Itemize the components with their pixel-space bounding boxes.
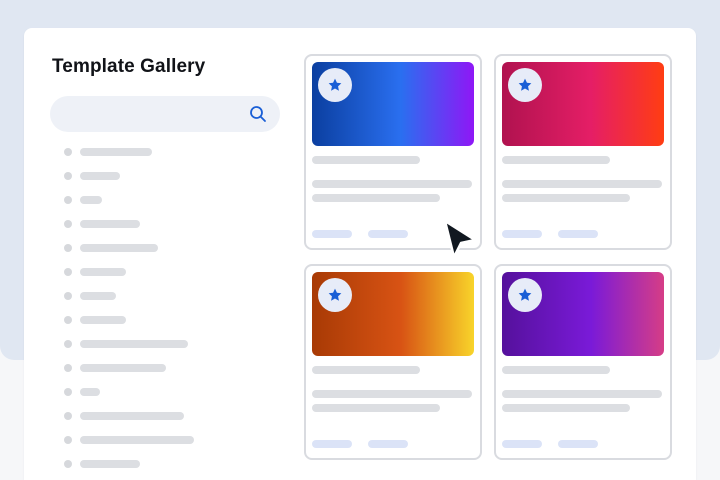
list-item[interactable] [62, 360, 282, 384]
template-card-pink[interactable] [494, 54, 672, 250]
list-item-placeholder [80, 148, 152, 156]
list-item[interactable] [62, 408, 282, 432]
card-text-placeholder [502, 404, 630, 412]
arrow-cursor-icon [443, 219, 477, 259]
list-bullet [64, 292, 72, 300]
card-text-placeholder [312, 390, 472, 398]
list-bullet [64, 340, 72, 348]
list-bullet [64, 436, 72, 444]
list-item[interactable] [62, 312, 282, 336]
list-item[interactable] [62, 264, 282, 288]
list-item-placeholder [80, 340, 188, 348]
card-text-placeholder [502, 180, 662, 188]
card-tag [368, 230, 408, 238]
star-icon [328, 288, 342, 301]
template-card-purple[interactable] [494, 264, 672, 460]
list-bullet [64, 244, 72, 252]
list-item[interactable] [62, 144, 282, 168]
card-banner [502, 272, 664, 356]
card-text-placeholder [312, 194, 440, 202]
list-item-placeholder [80, 388, 100, 396]
card-banner [312, 62, 474, 146]
list-item-placeholder [80, 172, 120, 180]
list-bullet [64, 412, 72, 420]
search-icon[interactable] [248, 104, 268, 124]
list-item[interactable] [62, 288, 282, 312]
list-item[interactable] [62, 168, 282, 192]
list-bullet [64, 364, 72, 372]
list-item[interactable] [62, 384, 282, 408]
card-tag [502, 440, 542, 448]
star-icon [328, 78, 342, 91]
list-bullet [64, 220, 72, 228]
favorite-button[interactable] [508, 68, 542, 102]
star-icon [518, 288, 532, 301]
card-title-placeholder [502, 156, 610, 164]
card-tag [558, 230, 598, 238]
list-item[interactable] [62, 336, 282, 360]
list-bullet [64, 268, 72, 276]
list-bullet [64, 316, 72, 324]
card-text-placeholder [502, 194, 630, 202]
card-title-placeholder [502, 366, 610, 374]
page-title: Template Gallery [52, 56, 206, 77]
template-card-orange[interactable] [304, 264, 482, 460]
favorite-button[interactable] [318, 68, 352, 102]
favorite-button[interactable] [318, 278, 352, 312]
card-text-placeholder [312, 404, 440, 412]
list-bullet [64, 172, 72, 180]
card-tag [502, 230, 542, 238]
list-item[interactable] [62, 240, 282, 264]
list-bullet [64, 196, 72, 204]
card-tag [312, 440, 352, 448]
card-banner [312, 272, 474, 356]
card-tag [558, 440, 598, 448]
list-item-placeholder [80, 460, 140, 468]
list-item-placeholder [80, 244, 158, 252]
list-item[interactable] [62, 192, 282, 216]
gallery-window: Template Gallery [24, 28, 696, 480]
list-item-placeholder [80, 436, 194, 444]
card-tag [312, 230, 352, 238]
list-bullet [64, 460, 72, 468]
list-item-placeholder [80, 292, 116, 300]
list-item-placeholder [80, 196, 102, 204]
card-title-placeholder [312, 366, 420, 374]
list-item[interactable] [62, 216, 282, 240]
card-text-placeholder [502, 390, 662, 398]
list-item-placeholder [80, 364, 166, 372]
star-icon [518, 78, 532, 91]
list-item-placeholder [80, 268, 126, 276]
list-item-placeholder [80, 412, 184, 420]
card-banner [502, 62, 664, 146]
card-tag [368, 440, 408, 448]
category-list [62, 144, 282, 480]
list-item[interactable] [62, 432, 282, 456]
list-bullet [64, 148, 72, 156]
favorite-button[interactable] [508, 278, 542, 312]
list-item-placeholder [80, 220, 140, 228]
card-text-placeholder [312, 180, 472, 188]
card-title-placeholder [312, 156, 420, 164]
list-item[interactable] [62, 456, 282, 480]
search-input[interactable] [50, 96, 280, 132]
list-item-placeholder [80, 316, 126, 324]
list-bullet [64, 388, 72, 396]
